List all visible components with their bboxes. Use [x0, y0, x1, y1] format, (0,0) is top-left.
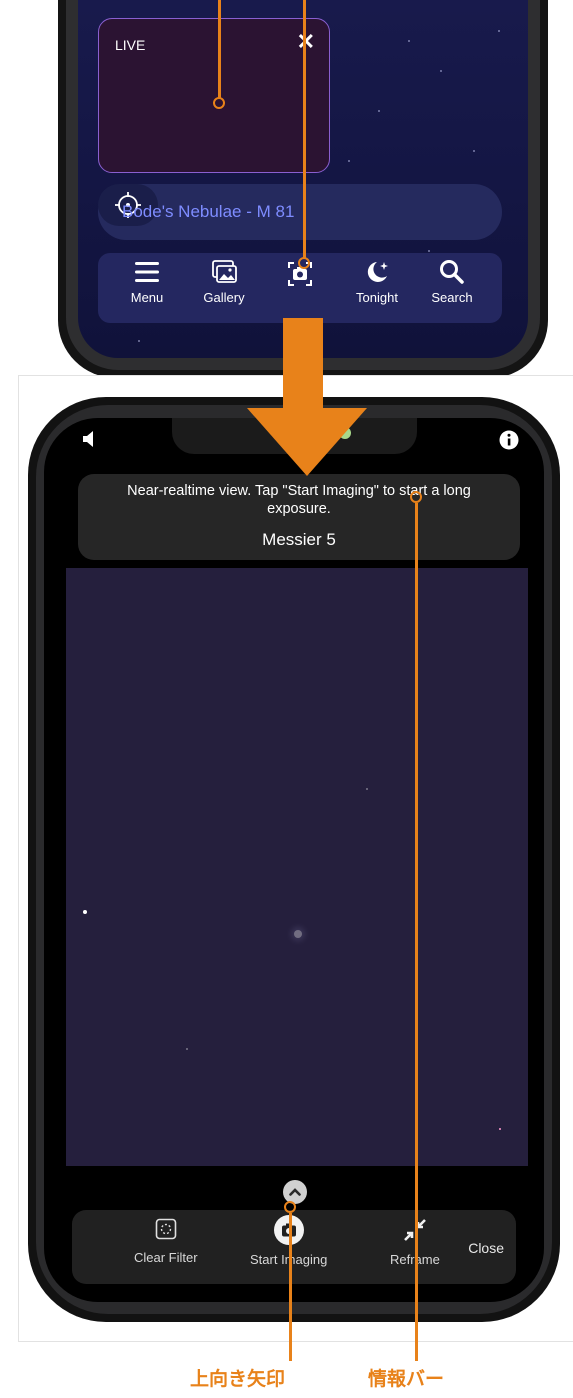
live-label: LIVE — [115, 37, 146, 53]
target-name: Messier 5 — [262, 530, 336, 549]
annotation-dot-live — [213, 97, 225, 109]
annotation-dot-info — [410, 491, 422, 503]
tab-search[interactable]: Search — [417, 259, 487, 305]
annotation-line-camera — [303, 0, 306, 258]
annotation-line-chevron — [289, 1213, 292, 1361]
live-preview-window[interactable]: LIVE ✕ — [98, 18, 330, 173]
live-sky-view — [66, 568, 528, 1166]
star — [83, 910, 87, 914]
star — [499, 1128, 501, 1130]
tab-menu-label: Menu — [130, 290, 164, 305]
target-object — [294, 930, 302, 938]
speaker-icon[interactable] — [82, 430, 98, 448]
gallery-icon — [212, 260, 237, 283]
target-bar[interactable]: Bode's Nebulae - M 81 — [98, 184, 502, 240]
info-bar: Near-realtime view. Tap "Start Imaging" … — [78, 474, 520, 560]
filter-icon — [155, 1218, 177, 1240]
star — [366, 788, 368, 790]
annotation-line-live — [218, 0, 221, 98]
bottom-phone-screen: Near-realtime view. Tap "Start Imaging" … — [44, 418, 544, 1302]
chevron-up-icon — [289, 1188, 301, 1196]
tab-gallery-label: Gallery — [203, 290, 245, 305]
annotation-line-info — [415, 503, 418, 1361]
menu-icon — [135, 262, 159, 282]
close-button[interactable]: Close — [468, 1240, 504, 1256]
annotation-dot-camera — [298, 257, 310, 269]
clear-filter-button[interactable]: Clear Filter — [134, 1218, 198, 1265]
star — [186, 1048, 188, 1050]
annotation-label-info-bar: 情報バー — [368, 1368, 445, 1390]
close-icon[interactable]: ✕ — [297, 29, 315, 55]
annotation-label-up-arrow: 上向き矢印 — [190, 1368, 286, 1390]
search-icon — [440, 260, 464, 284]
clear-filter-label: Clear Filter — [134, 1250, 198, 1265]
tab-gallery[interactable]: Gallery — [189, 259, 259, 305]
expand-button[interactable] — [283, 1180, 307, 1204]
tab-search-label: Search — [431, 290, 473, 305]
target-name: Bode's Nebulae - M 81 — [122, 202, 295, 221]
tab-tonight[interactable]: Tonight — [342, 259, 412, 305]
tab-tonight-label: Tonight — [356, 290, 398, 305]
tab-menu[interactable]: Menu — [112, 259, 182, 305]
bottom-toolbar: Clear Filter Start Imaging Reframe Close — [72, 1210, 516, 1284]
moon-icon — [367, 262, 388, 282]
annotation-dot-chevron — [284, 1201, 296, 1213]
info-message: Near-realtime view. Tap "Start Imaging" … — [127, 483, 471, 517]
info-icon[interactable] — [499, 430, 519, 450]
transition-arrow — [247, 318, 367, 476]
